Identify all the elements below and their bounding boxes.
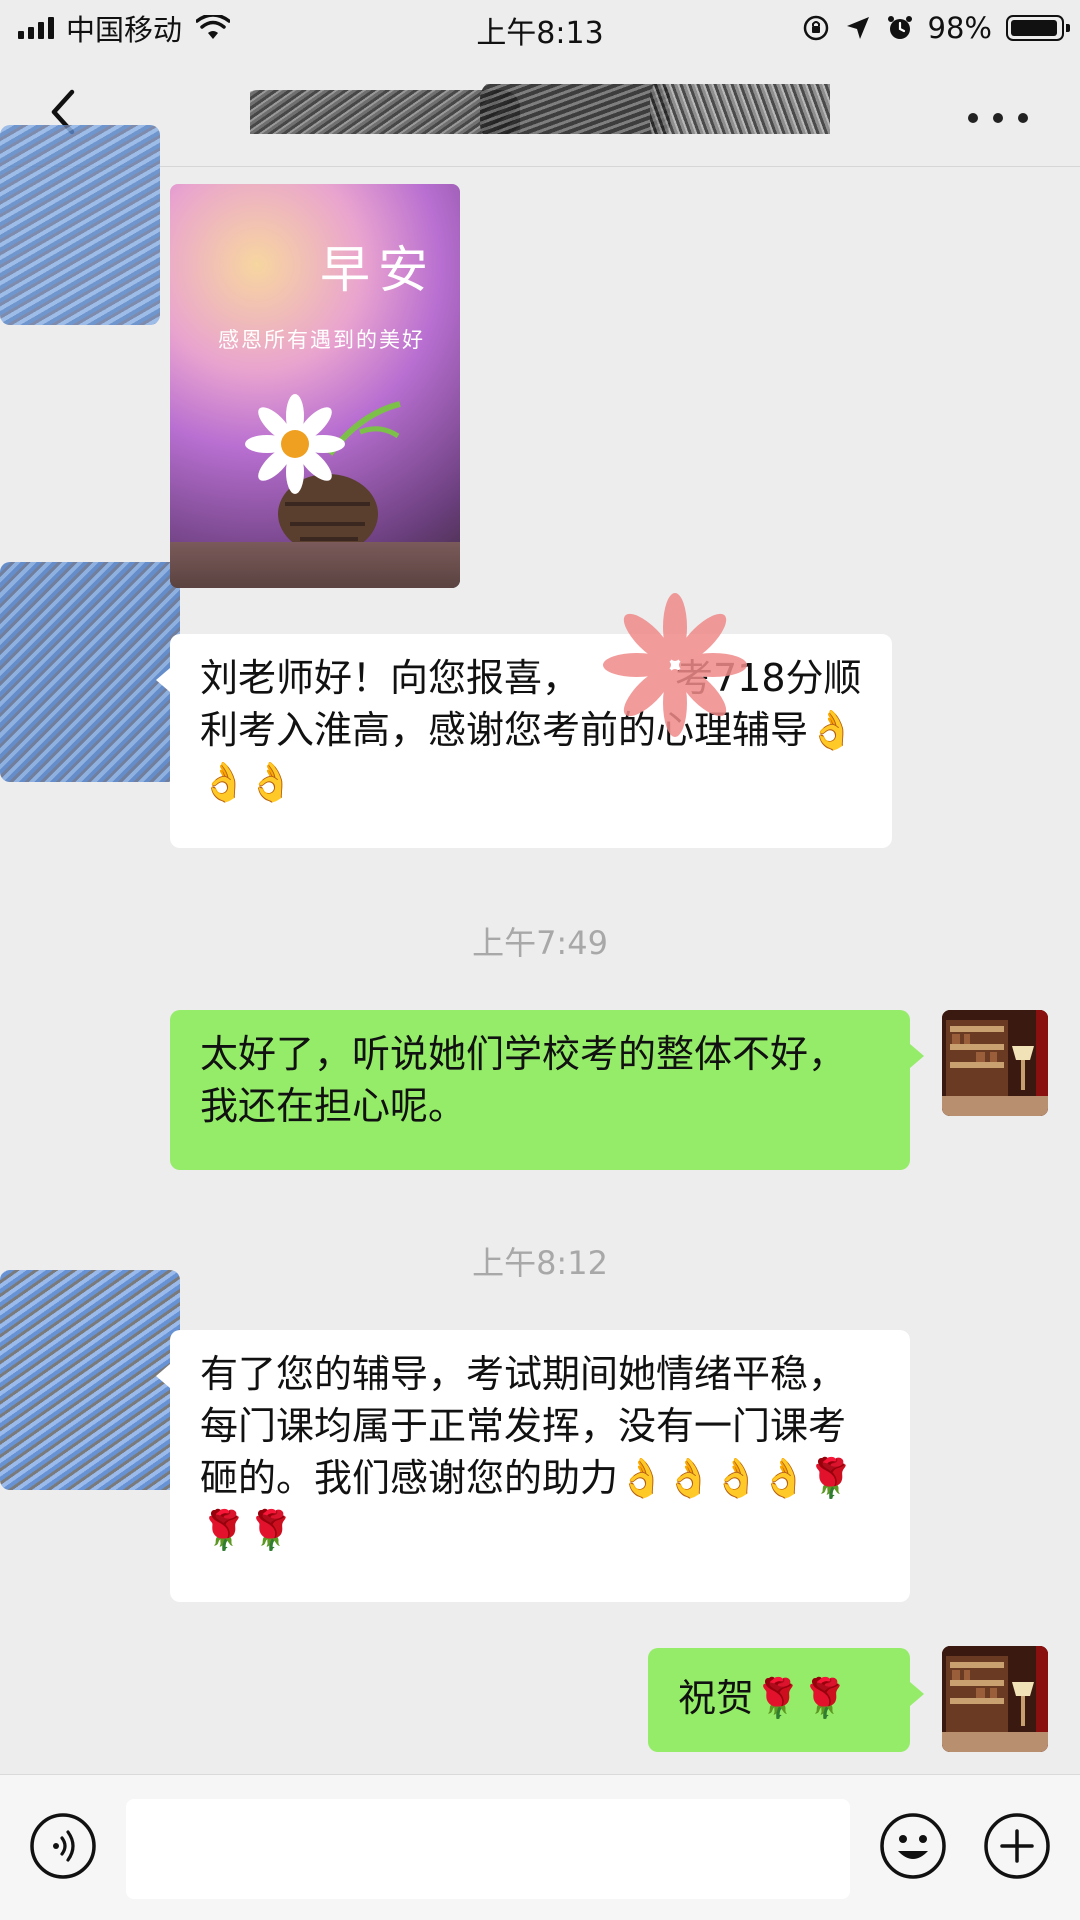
chat-title [250, 84, 830, 134]
voice-icon[interactable] [28, 1811, 98, 1881]
location-icon [846, 17, 869, 39]
incoming-message-bubble[interactable]: 有了您的辅导，考试期间她情绪平稳，每门课均属于正常发挥，没有一门课考砸的。我们感… [156, 1330, 910, 1602]
incoming-message-bubble[interactable]: 刘老师好！向您报喜， 考718分顺利考入淮高，感谢您考前的心理辅导👌👌👌 [156, 634, 892, 848]
plus-icon[interactable] [982, 1811, 1052, 1881]
message-input[interactable] [126, 1799, 850, 1899]
message-text: 太好了，听说她们学校考的整体不好，我还在担心呢。 [200, 1032, 847, 1128]
status-bar: 中国移动 上午8:13 98% [0, 0, 1080, 54]
timestamp: 上午8:12 [472, 1244, 608, 1282]
message-text: 有了您的辅导，考试期间她情绪平稳，每门课均属于正常发挥，没有一门课考砸的。我们感… [200, 1352, 855, 1552]
redaction-scribble [480, 84, 670, 134]
message-text: 祝贺🌹🌹 [678, 1676, 849, 1720]
battery-icon [1006, 15, 1070, 41]
nav-bar [0, 54, 1080, 167]
daisy-pinecone-picture [245, 394, 401, 554]
message-text: 刘老师好！向您报喜， 考718分顺利考入淮高，感谢您考前的心理辅导👌👌👌 [200, 656, 862, 804]
input-bar [0, 1774, 1080, 1920]
redaction-scribble [650, 84, 830, 134]
image-subtitle: 感恩所有遇到的美好 [218, 328, 425, 352]
emoji-icon[interactable] [878, 1811, 948, 1881]
timestamp: 上午7:49 [472, 924, 608, 962]
image-message[interactable]: 早安 感恩所有遇到的美好 [170, 184, 460, 588]
image-title: 早安 [320, 241, 436, 299]
avatar-redacted[interactable] [0, 125, 160, 325]
avatar-redacted[interactable] [0, 562, 180, 782]
battery-percent: 98% [927, 11, 992, 45]
alarm-icon [887, 16, 912, 39]
flower-sticker [603, 593, 747, 737]
outgoing-message-bubble[interactable]: 太好了，听说她们学校考的整体不好，我还在担心呢。 [170, 1010, 924, 1170]
avatar[interactable] [942, 1646, 1048, 1752]
chat-screen: 中国移动 上午8:13 98% 早安 感恩所有遇到的美好 刘老师好！向您报喜， … [0, 0, 1080, 1920]
orientation-lock-icon [803, 15, 828, 41]
avatar[interactable] [942, 1010, 1048, 1116]
more-dots-icon[interactable] [968, 110, 1028, 126]
avatar-redacted[interactable] [0, 1270, 180, 1490]
battery-fill [1011, 20, 1057, 36]
outgoing-message-bubble[interactable]: 祝贺🌹🌹 [648, 1648, 924, 1752]
